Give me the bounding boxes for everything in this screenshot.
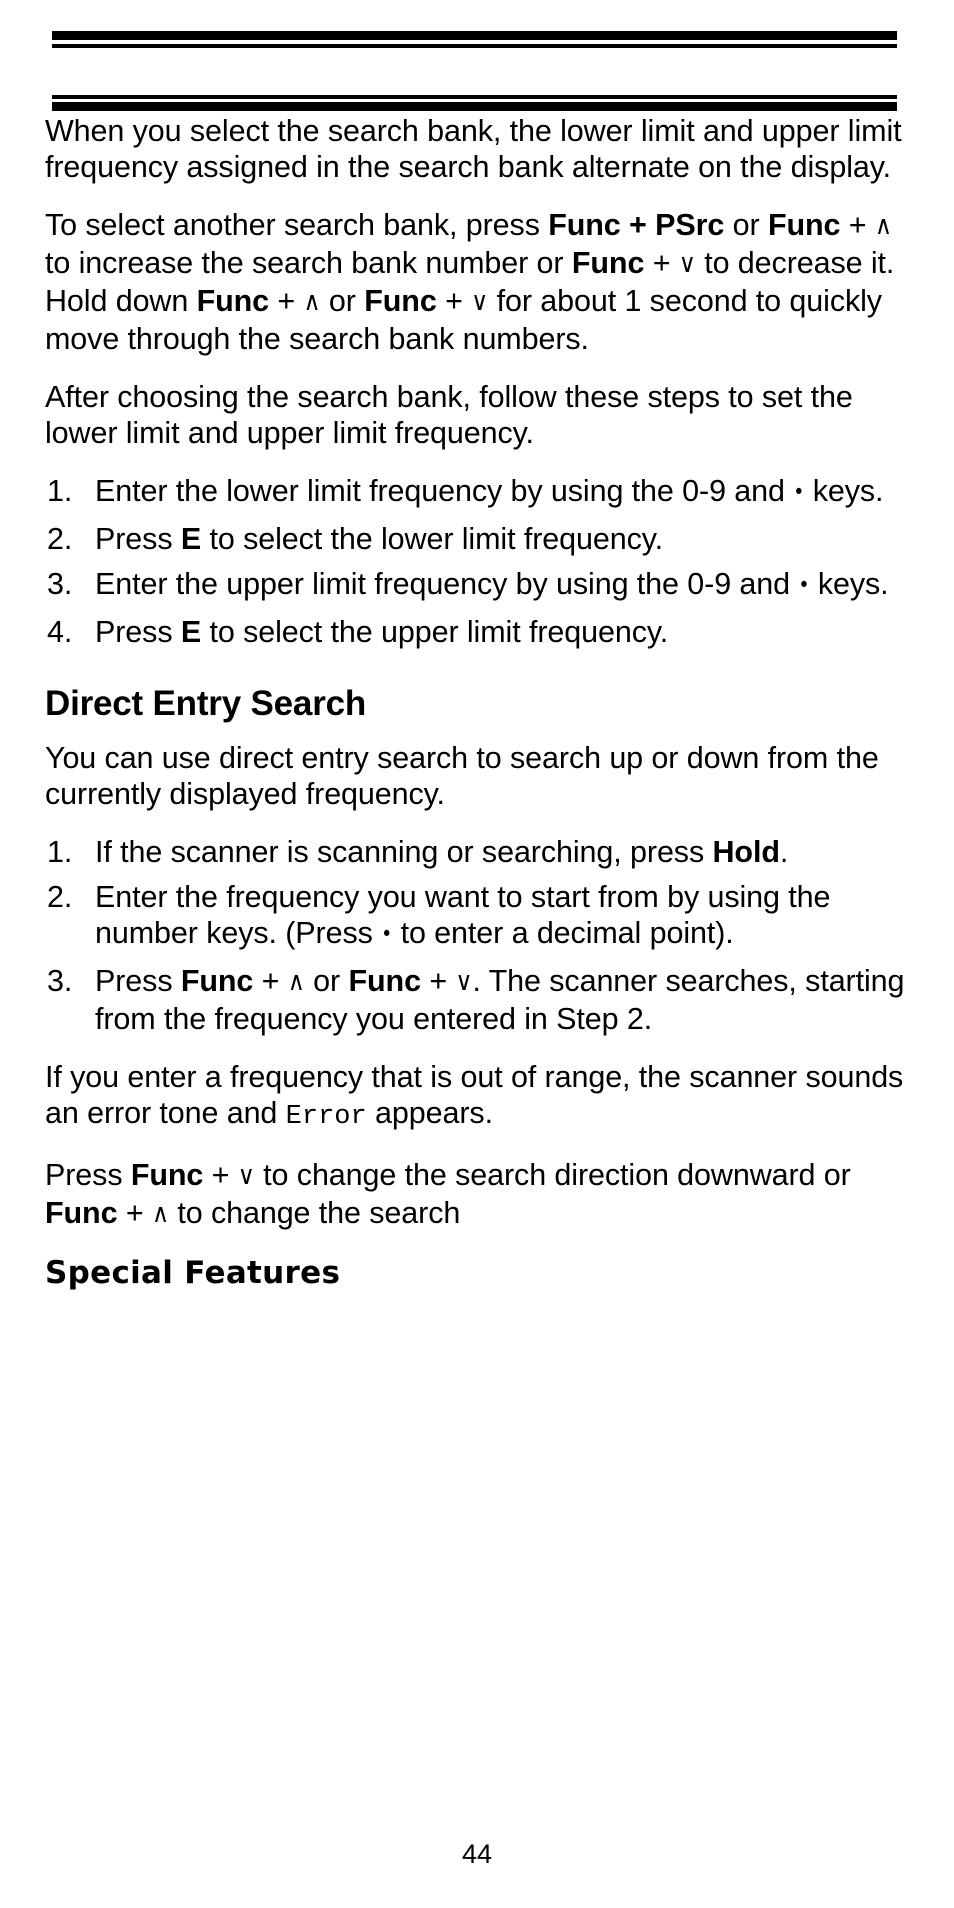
list-marker: 4. [47, 615, 73, 649]
list-item: 4. Press E to select the upper limit freq… [45, 614, 925, 650]
key-label-func: Func [364, 284, 437, 318]
list-marker: 3. [47, 567, 73, 601]
header-rule-thick-2 [52, 102, 897, 111]
chevron-down-icon: ∨ [678, 249, 696, 279]
plus-sign: + [644, 246, 679, 280]
list-marker: 1. [47, 474, 73, 508]
key-label-func: Func [767, 208, 841, 242]
chevron-up-icon: ∧ [303, 287, 321, 317]
list-item: 3. Enter the upper limit frequency by usi… [45, 566, 925, 605]
steps-direct-entry: 1. If the scanner is scanning or searchin… [45, 834, 925, 1037]
header-rule-thin-1 [52, 44, 897, 48]
paragraph-select-another-bank: To select another search bank, press Fun… [45, 207, 925, 357]
chevron-down-icon: ∨ [237, 1161, 255, 1191]
text-run: Enter the upper limit frequency by using… [95, 567, 799, 601]
text-run: or [304, 964, 349, 998]
list-marker: 2. [47, 522, 73, 556]
list-item: 2. Enter the frequency you want to start … [45, 879, 925, 954]
header-rule-top [52, 31, 897, 48]
text-run: to select the upper limit frequency. [201, 615, 669, 649]
page-content: When you select the search bank, the low… [45, 113, 925, 1291]
text-run: Press [95, 964, 181, 998]
plus-sign: + [117, 1196, 152, 1230]
text-run: appears. [366, 1096, 493, 1130]
text-run: or [320, 284, 365, 318]
header-rule-bottom [52, 95, 897, 111]
text-run: or [724, 208, 768, 242]
text-run: to increase the search bank number or [45, 246, 572, 280]
list-marker: 2. [47, 880, 73, 914]
text-run: to change the search direction downward … [254, 1158, 851, 1192]
key-label-psrc: PSrc [655, 208, 725, 242]
decimal-key-icon: • [793, 480, 805, 504]
chevron-down-icon: ∨ [471, 287, 489, 317]
key-label-func: Func [130, 1158, 204, 1192]
plus-sign: + [620, 208, 656, 242]
text-run: keys. [804, 474, 884, 508]
chevron-up-icon: ∧ [287, 967, 305, 997]
paragraph-after-choosing-bank: After choosing the search bank, follow t… [45, 380, 853, 450]
text-run: Press [95, 615, 181, 649]
key-label-e: E [180, 522, 202, 556]
section-heading-special-features: Special Features [45, 1255, 341, 1291]
list-item: 1. Enter the lower limit frequency by usi… [45, 473, 925, 512]
list-marker: 1. [47, 835, 73, 869]
chevron-up-icon: ∧ [874, 211, 892, 241]
list-item: 1. If the scanner is scanning or searchin… [45, 834, 925, 870]
paragraph-direct-entry-intro: You can use direct entry search to searc… [45, 741, 879, 811]
list-marker: 3. [47, 964, 73, 998]
key-label-func: Func [196, 284, 270, 318]
header-rule-thick-1 [52, 31, 897, 40]
paragraph-search-bank-display: When you select the search bank, the low… [45, 114, 902, 184]
plus-sign: + [203, 1158, 238, 1192]
plus-sign: + [253, 964, 288, 998]
list-item: 3. Press Func + ∧ or Func + ∨. The scanne… [45, 963, 925, 1037]
plus-sign: + [420, 964, 456, 998]
paragraph-change-search-direction: Press Func + ∨ to change the search dire… [45, 1157, 925, 1233]
text-run: If the scanner is scanning or searching,… [95, 835, 713, 869]
key-label-func: Func [348, 964, 421, 998]
key-label-func: Func [571, 246, 645, 280]
manual-page: When you select the search bank, the low… [0, 0, 954, 1908]
chevron-up-icon: ∧ [151, 1199, 169, 1229]
plus-sign: + [840, 208, 875, 242]
text-run: to enter a decimal point). [392, 916, 734, 950]
text-run: Press [95, 522, 181, 556]
text-run: Press [45, 1158, 131, 1192]
key-label-hold: Hold [712, 835, 780, 869]
key-label-func: Func [180, 964, 254, 998]
text-run: To select another search bank, press [45, 208, 549, 242]
page-title-direct-entry-search: Direct Entry Search [45, 684, 367, 723]
plus-sign: + [269, 284, 304, 318]
text-run: to select the lower limit frequency. [201, 522, 663, 556]
text-run: to change the search [168, 1196, 461, 1230]
paragraph-out-of-range-error: If you enter a frequency that is out of … [45, 1059, 925, 1135]
decimal-key-icon: • [798, 573, 810, 597]
list-item: 2. Press E to select the lower limit freq… [45, 521, 925, 557]
text-run: Enter the lower limit frequency by using… [95, 474, 794, 508]
key-label-e: E [180, 615, 202, 649]
text-run: keys. [809, 567, 889, 601]
text-run: . [779, 835, 789, 869]
display-text-error: Error [285, 1102, 367, 1132]
steps-set-limits: 1. Enter the lower limit frequency by usi… [45, 473, 925, 650]
chevron-down-icon: ∨ [455, 967, 473, 997]
plus-sign: + [436, 284, 472, 318]
key-label-func: Func [548, 208, 621, 242]
key-label-func: Func [45, 1196, 118, 1230]
decimal-key-icon: • [381, 922, 393, 946]
page-number: 44 [461, 1839, 493, 1869]
